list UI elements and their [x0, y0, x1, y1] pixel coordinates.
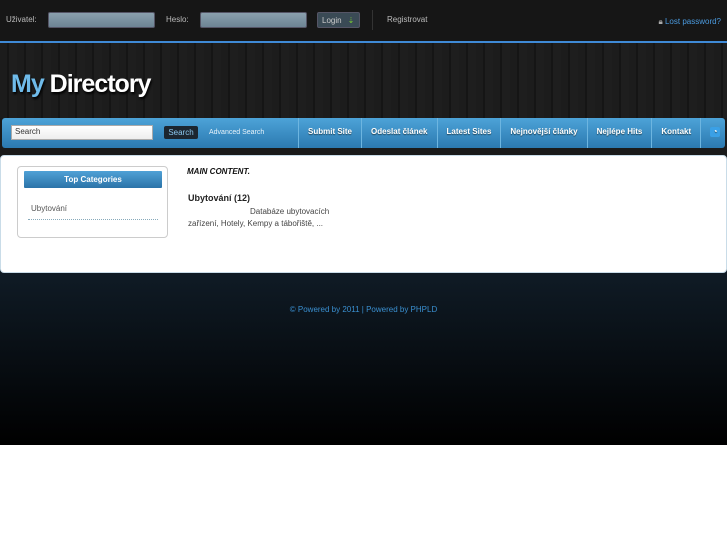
rss-icon: ◔ — [710, 126, 721, 137]
category-description: Databáze ubytovacích zařízení, Hotely, K… — [188, 207, 330, 228]
search-input[interactable]: Search — [11, 125, 153, 140]
logo[interactable]: My Directory — [11, 70, 152, 99]
content-panel: Top Categories Ubytování MAIN CONTENT. U… — [0, 155, 727, 273]
nav-latest-articles[interactable]: Nejnovější články — [500, 118, 586, 148]
login-label: Login — [322, 16, 342, 25]
divider — [372, 10, 373, 30]
login-bar: Uživatel: Heslo: Login ⇣ Registrovat 🔒︎ L… — [0, 0, 727, 41]
lost-password-link[interactable]: 🔒︎ Lost password? — [658, 17, 721, 27]
header: My Directory — [0, 43, 727, 118]
advanced-search-link[interactable]: Advanced Search — [209, 129, 264, 136]
username-input[interactable] — [48, 12, 155, 28]
logo-directory: Directory — [43, 70, 152, 98]
nav-latest-sites[interactable]: Latest Sites — [436, 118, 501, 148]
category-title-link[interactable]: Ubytování (12) — [188, 193, 250, 203]
nav-submit-article[interactable]: Odeslat článek — [361, 118, 436, 148]
page-background: Uživatel: Heslo: Login ⇣ Registrovat 🔒︎ L… — [0, 0, 727, 445]
nav-rss[interactable]: ◔ — [700, 118, 727, 148]
logo-my: My — [11, 70, 45, 98]
nav-bar: Search Search Advanced Search Submit Sit… — [2, 118, 725, 148]
lost-password-label: Lost password? — [664, 17, 721, 26]
register-link[interactable]: Registrovat — [387, 15, 427, 24]
nav-submit-site[interactable]: Submit Site — [298, 118, 361, 148]
search-button[interactable]: Search — [164, 126, 198, 139]
password-label: Heslo: — [166, 15, 189, 24]
password-input[interactable] — [200, 12, 307, 28]
divider — [28, 219, 158, 220]
main-heading: MAIN CONTENT. — [187, 167, 250, 176]
username-label: Uživatel: — [6, 15, 37, 24]
top-categories-box: Top Categories Ubytování — [17, 166, 168, 238]
top-categories-title: Top Categories — [24, 171, 162, 188]
login-button[interactable]: Login ⇣ — [317, 12, 360, 28]
footer-text[interactable]: © Powered by 2011 | Powered by PHPLD — [0, 305, 727, 314]
nav-contact[interactable]: Kontakt — [651, 118, 700, 148]
lock-icon: 🔒︎ — [658, 17, 663, 26]
arrow-icon: ⇣ — [347, 16, 355, 25]
category-link[interactable]: Ubytování — [31, 204, 67, 213]
nav-top-hits[interactable]: Nejlépe Hits — [586, 118, 652, 148]
main-menu: Submit Site Odeslat článek Latest Sites … — [298, 118, 727, 148]
